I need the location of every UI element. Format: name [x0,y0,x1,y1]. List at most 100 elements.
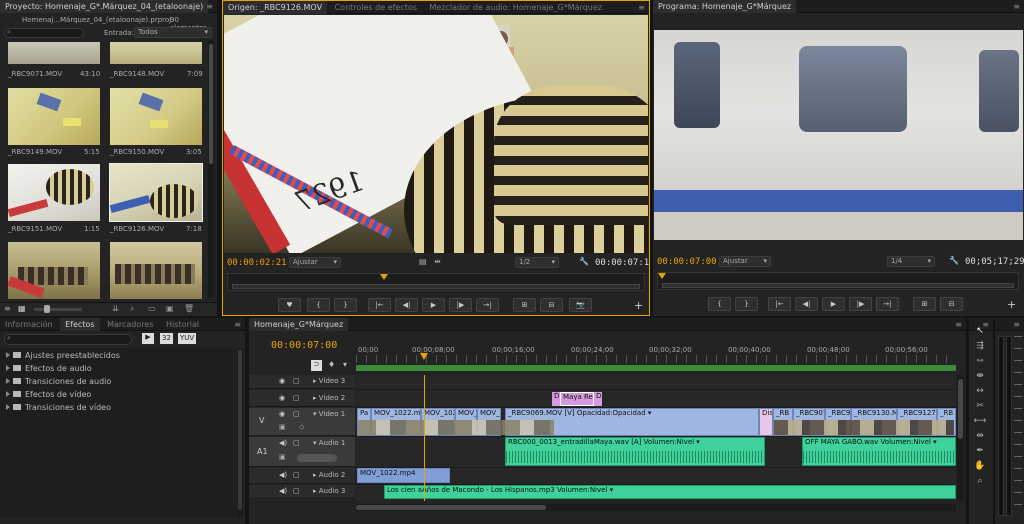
timeline-ruler[interactable]: 00;00 00;00;08;00 00;00;16;00 00;00;24;0… [356,343,956,373]
clip-thumbnail[interactable] [8,42,100,64]
step-back-button[interactable]: ◀| [795,297,818,311]
panel-menu-icon[interactable]: ≡ [638,3,645,12]
panel-menu-icon[interactable]: ≡ [206,2,213,11]
icon-view-icon[interactable]: ▦ [18,304,26,313]
timeline-playhead-handle[interactable] [420,353,428,360]
clip-thumbnail[interactable] [110,88,202,145]
effects-search-input[interactable]: ⌕ [4,334,132,345]
audio2-clip[interactable]: MOV_1022.mp4 [357,468,450,483]
timeline-timecode[interactable]: 00:00:07:00 [271,340,337,351]
clip-thumbnail[interactable] [109,163,203,222]
add-marker-icon[interactable]: ▾ [343,360,347,369]
tab-effects[interactable]: Efectos [60,318,100,331]
slide-tool-icon[interactable]: ⇹ [973,431,987,444]
slip-tool-icon[interactable]: ⟷ [973,416,987,429]
expand-icon[interactable] [6,365,10,371]
razor-tool-icon[interactable]: ✂ [973,401,987,414]
lock-icon[interactable]: ▢ [293,439,300,447]
work-area-bar[interactable] [356,365,956,371]
keyframe-icon[interactable]: ▣ [279,423,286,431]
lift-button[interactable]: ⊞ [913,297,936,311]
mark-out-button[interactable]: } [735,297,758,311]
lock-icon[interactable]: ▢ [293,410,300,418]
insert-button[interactable]: ⊞ [513,298,536,312]
ripple-edit-tool-icon[interactable]: ⇿ [973,356,987,369]
source-fit-select[interactable]: Ajustar ▾ [289,257,341,268]
go-to-out-button[interactable]: →| [476,298,499,312]
effects-folder-video-transitions[interactable]: Transiciones de vídeo [6,402,111,414]
step-forward-button[interactable]: |▶ [849,297,872,311]
pen-tool-icon[interactable]: ✒ [973,446,987,459]
lock-icon[interactable]: ▢ [293,471,300,479]
mark-in-button[interactable]: { [708,297,731,311]
v-target[interactable]: V [259,416,264,425]
video2-clip-d[interactable]: D [594,392,602,406]
effects-folder-video-effects[interactable]: Efectos de vídeo [6,389,91,401]
go-to-in-button[interactable]: |← [768,297,791,311]
tab-history[interactable]: Historial [161,318,204,331]
effects-folder-audio-effects[interactable]: Efectos de audio [6,363,92,375]
program-resolution-select[interactable]: 1/4 ▾ [887,256,935,267]
timeline-playhead-line[interactable] [424,375,425,501]
lock-icon[interactable]: ▢ [293,394,300,402]
find-icon[interactable]: ⌕ [130,304,134,314]
snap-icon[interactable]: ⊃ [311,360,322,371]
eye-icon[interactable]: ◉ [279,394,285,402]
a1-target[interactable]: A1 [257,447,268,456]
marker-icon[interactable]: ♦ [328,360,335,369]
expand-icon[interactable] [6,391,10,397]
clip-thumbnail[interactable] [8,242,100,299]
entrada-select[interactable]: Todos ▾ [134,27,212,38]
add-button-icon[interactable]: + [634,299,643,312]
effects-scrollbar[interactable] [237,348,243,518]
automate-icon[interactable]: ⇊ [112,304,119,313]
source-mini-timeline[interactable] [227,273,645,291]
zoom-tool-icon[interactable]: ⌕ [973,476,987,489]
video2-clip-maya[interactable]: Maya Res [560,392,594,406]
project-scrollbar[interactable] [208,40,214,298]
go-to-in-button[interactable]: |← [368,298,391,312]
panel-menu-icon[interactable]: ≡ [1013,320,1020,329]
tab-project[interactable]: Proyecto: Homenaje_G*.Márquez_04_(etaloo… [0,0,209,13]
lock-icon[interactable]: ▢ [293,377,300,385]
timeline-h-scrollbar[interactable] [356,504,956,511]
source-resolution-select[interactable]: 1/2 ▾ [515,257,559,268]
track-volume-slider[interactable] [297,454,337,462]
bit32-badge[interactable]: 32 [160,333,173,344]
accelerated-effects-icon[interactable]: ▶ [142,333,154,344]
play-button[interactable]: ▶ [822,297,845,311]
mark-out-button[interactable]: } [334,298,357,312]
keyframe-nav-icon[interactable]: ◇ [299,423,304,431]
rolling-edit-tool-icon[interactable]: ⇼ [973,371,987,384]
add-button-icon[interactable]: + [1007,298,1016,311]
safe-margins-icon[interactable]: ▤ [419,257,427,266]
search-input[interactable]: ⌕ [4,28,84,38]
tab-source[interactable]: Origen: _RBC9126.MOV [223,1,328,14]
eye-icon[interactable]: ◉ [279,410,285,418]
zoom-slider[interactable] [34,305,82,313]
tab-markers[interactable]: Marcadores [102,318,158,331]
expand-icon[interactable] [6,352,10,358]
hand-tool-icon[interactable]: ✋ [973,461,987,474]
new-bin-icon[interactable]: ▭ [148,304,156,313]
trash-icon[interactable]: 🗑 [184,304,194,313]
speaker-icon[interactable]: ◀) [279,471,287,479]
video1-clip[interactable]: Dis [759,408,773,436]
overwrite-button[interactable]: ⊟ [540,298,563,312]
tab-sequence[interactable]: Homenaje_G*Márquez [249,318,349,331]
yuv-badge[interactable]: YUV [178,333,197,344]
effects-folder-presets[interactable]: Ajustes preestablecidos [6,350,120,362]
marker-button[interactable]: ♥ [278,298,301,312]
export-frame-button[interactable]: 📷 [569,298,592,312]
list-view-icon[interactable]: ≡ [4,304,11,313]
clip-thumbnail[interactable] [110,42,202,64]
expand-icon[interactable] [6,404,10,410]
program-mini-timeline[interactable] [657,272,1019,290]
track-select-tool-icon[interactable]: ⇶ [973,341,987,354]
panel-menu-icon[interactable]: ≡ [1013,2,1020,11]
panel-menu-icon[interactable]: ≡ [234,320,241,329]
clip-thumbnail[interactable] [110,242,202,299]
track-lanes[interactable]: D Maya Res D Pa MOV_1022.mp MOV_102 MOV_… [356,375,956,501]
eye-icon[interactable]: ◉ [279,377,285,385]
source-timecode[interactable]: 00:00:02:21 [227,258,287,268]
